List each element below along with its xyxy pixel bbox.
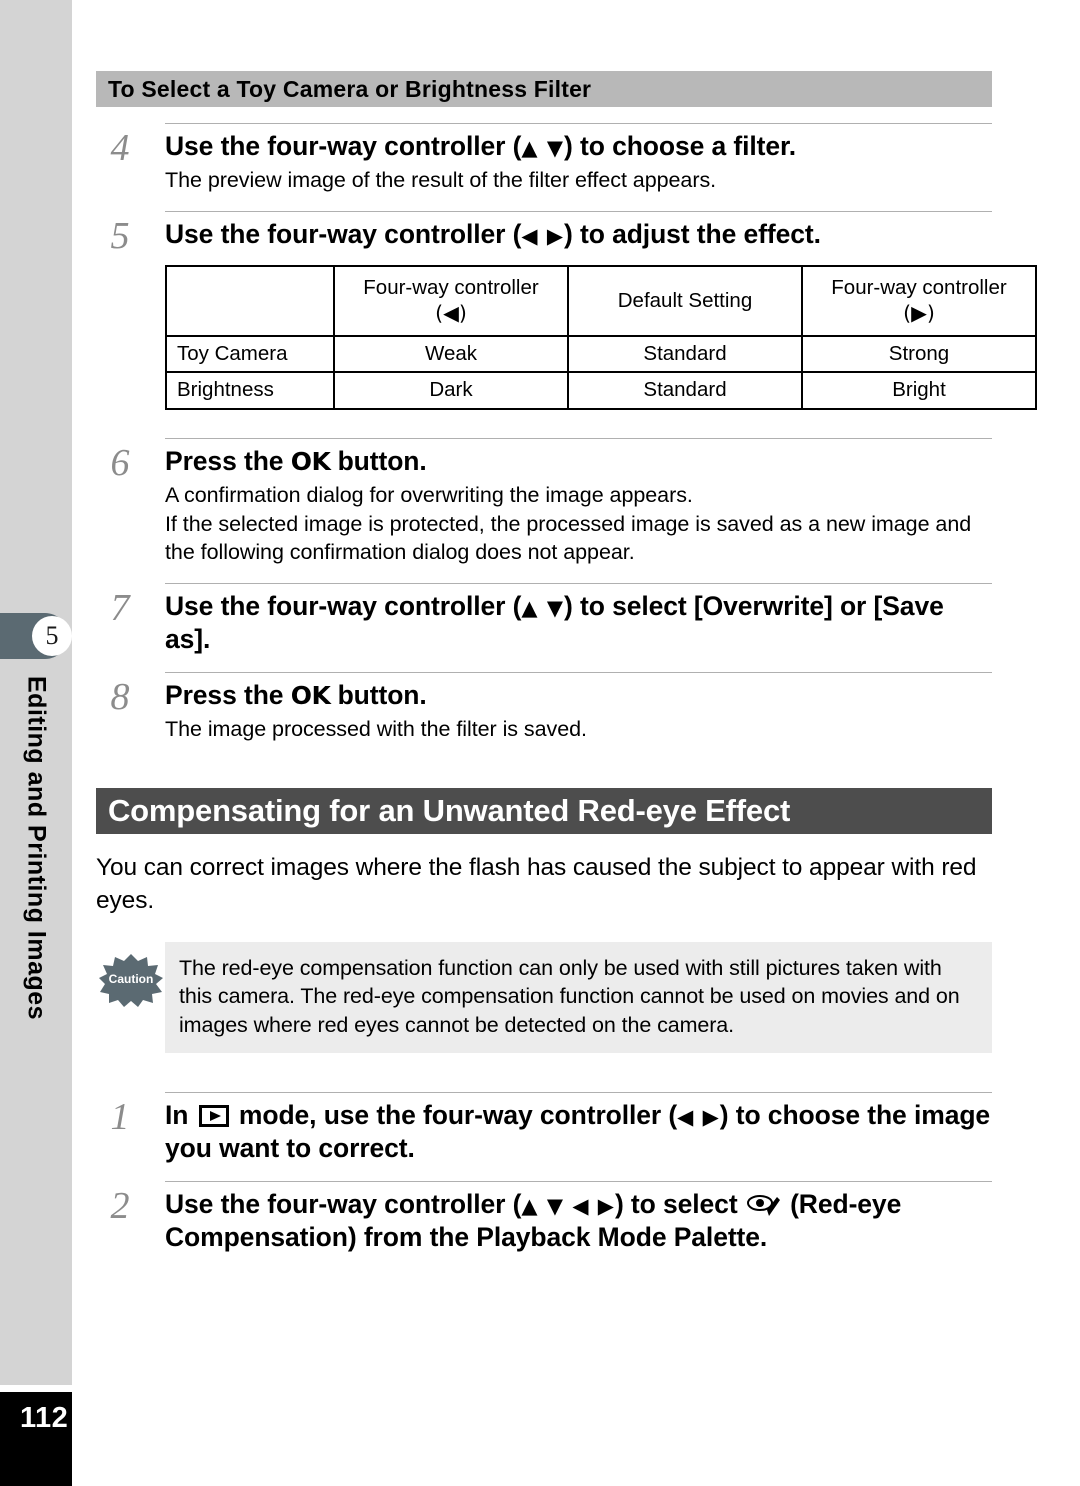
page-number-block: 112	[0, 1392, 72, 1486]
four-way-controller-arrows-icon: ▲ ▼	[521, 595, 565, 620]
step-divider	[165, 438, 992, 440]
step-6: 6 Press the OK button. A confirmation di…	[96, 438, 992, 567]
table-cell: Standard	[567, 371, 803, 411]
step-number: 2	[110, 1184, 130, 1227]
step-title-post: ) to choose a filter.	[564, 131, 797, 161]
step-title: Use the four-way controller (◀ ▶) to adj…	[165, 218, 992, 251]
step-title-mid: ) to select	[614, 1188, 745, 1219]
section-heading-text: Compensating for an Unwanted Red-eye Eff…	[108, 792, 791, 828]
step-title: In mode, use the four-way controller (◀ …	[165, 1099, 992, 1165]
table-cell: Dark	[333, 371, 569, 411]
svg-text:Caution: Caution	[109, 972, 154, 986]
step-body: The image processed with the filter is s…	[165, 715, 992, 744]
table-cell: Standard	[567, 334, 803, 374]
table-header-label: Four-way controller	[363, 276, 539, 300]
step-title-mid: mode, use the four-way controller (	[231, 1099, 678, 1130]
four-way-controller-arrows-icon: ▲ ▼	[521, 136, 565, 160]
redeye-step-2: 2 Use the four-way controller (▲ ▼ ◀ ▶) …	[96, 1180, 992, 1254]
step-title: Press the OK button.	[165, 679, 992, 712]
table-cell: Weak	[333, 334, 569, 374]
step-5: 5 Use the four-way controller (◀ ▶) to a…	[96, 210, 992, 255]
step-title-pre: Press the	[165, 680, 291, 711]
chapter-number-badge: 5	[32, 616, 72, 656]
step-title: Use the four-way controller (▲ ▼) to cho…	[165, 130, 992, 163]
four-way-controller-arrows-icon: ◀ ▶	[677, 1104, 720, 1129]
caution-icon: Caution	[98, 952, 164, 1008]
step-title-post: ) to adjust the effect.	[564, 218, 821, 249]
step-number: 4	[110, 127, 130, 169]
ok-button-icon: OK	[290, 681, 331, 711]
step-divider	[165, 582, 992, 584]
section-intro-text: You can correct images where the flash h…	[96, 853, 977, 914]
caution-text: The red-eye compensation function can on…	[179, 955, 960, 1037]
step-divider	[165, 1091, 992, 1093]
step-title: Press the OK button.	[165, 445, 992, 478]
step-title-post: button.	[330, 680, 427, 711]
table-header-row: Four-way controller (◀) Default Setting …	[165, 264, 1037, 337]
chapter-title: Editing and Printing Images	[0, 676, 72, 1146]
left-arrow-icon: (◀)	[435, 300, 467, 325]
subheading-bar: To Select a Toy Camera or Brightness Fil…	[96, 71, 992, 107]
step-7: 7 Use the four-way controller (▲ ▼) to s…	[96, 582, 992, 656]
page-number: 112	[20, 1402, 69, 1434]
step-title-post: button.	[330, 446, 427, 477]
sidebar: 5 Editing and Printing Images	[0, 0, 72, 1385]
right-arrow-icon: (▶)	[903, 300, 935, 325]
step-number: 7	[110, 586, 130, 629]
caution-text-box: The red-eye compensation function can on…	[165, 941, 992, 1054]
step-divider	[165, 123, 992, 124]
step-body-line: The image processed with the filter is s…	[165, 717, 587, 742]
table-cell: Strong	[801, 334, 1037, 374]
four-way-controller-arrows-icon: ▲ ▼ ◀ ▶	[521, 1193, 615, 1218]
four-way-controller-arrows-icon: ◀ ▶	[521, 223, 565, 248]
step-body: A confirmation dialog for overwriting th…	[165, 481, 992, 567]
chapter-title-text: Editing and Printing Images	[22, 676, 51, 1021]
table-row: Toy Camera Weak Standard Strong	[165, 334, 1037, 374]
table-row-header: Toy Camera	[165, 334, 335, 374]
step-title-pre: Use the four-way controller (	[165, 218, 522, 249]
step-title-pre: Use the four-way controller (	[165, 1188, 522, 1219]
step-body-line: A confirmation dialog for overwriting th…	[165, 483, 693, 508]
table-row-header: Brightness	[165, 371, 335, 411]
step-body-line: If the selected image is protected, the …	[165, 511, 972, 565]
step-divider	[165, 1180, 992, 1182]
table-header-cell	[165, 264, 335, 337]
redeye-step-1: 1 In mode, use the four-way controller (…	[96, 1091, 992, 1165]
step-title: Use the four-way controller (▲ ▼ ◀ ▶) to…	[165, 1188, 992, 1254]
page-content: To Select a Toy Camera or Brightness Fil…	[96, 0, 1037, 1254]
step-title: Use the four-way controller (▲ ▼) to sel…	[165, 590, 992, 656]
step-title-pre: In	[165, 1099, 196, 1130]
table-header-cell: Four-way controller (◀)	[333, 264, 569, 337]
step-number: 8	[110, 676, 130, 719]
step-4: 4 Use the four-way controller (▲ ▼) to c…	[96, 123, 992, 195]
red-eye-compensation-icon	[746, 1192, 781, 1218]
caution-block: Caution The red-eye compensation functio…	[96, 941, 992, 1062]
step-title-pre: Use the four-way controller (	[165, 590, 522, 621]
chapter-number: 5	[45, 621, 59, 650]
table-header-cell: Four-way controller (▶)	[801, 264, 1037, 337]
step-8: 8 Press the OK button. The image process…	[96, 672, 992, 744]
step-divider	[165, 210, 992, 212]
step-number: 5	[110, 214, 130, 257]
step-body: The preview image of the result of the f…	[165, 166, 992, 195]
step-divider	[165, 672, 992, 674]
filter-settings-table: Four-way controller (◀) Default Setting …	[165, 264, 1037, 411]
table-header-label: Default Setting	[617, 288, 753, 312]
step-title-pre: Use the four-way controller (	[165, 131, 522, 161]
step-title-pre: Press the	[165, 446, 291, 477]
step-number: 1	[110, 1095, 130, 1138]
table-header-cell: Default Setting	[567, 264, 803, 337]
table-header-label: Four-way controller	[831, 276, 1007, 300]
playback-mode-icon	[198, 1104, 229, 1127]
ok-button-icon: OK	[290, 447, 331, 477]
section-heading-bar: Compensating for an Unwanted Red-eye Eff…	[96, 787, 992, 834]
subheading-text: To Select a Toy Camera or Brightness Fil…	[108, 75, 592, 102]
step-number: 6	[110, 442, 130, 485]
table-row: Brightness Dark Standard Bright	[165, 371, 1037, 411]
table-cell: Bright	[801, 371, 1037, 411]
step-body-line: The preview image of the result of the f…	[165, 168, 717, 193]
